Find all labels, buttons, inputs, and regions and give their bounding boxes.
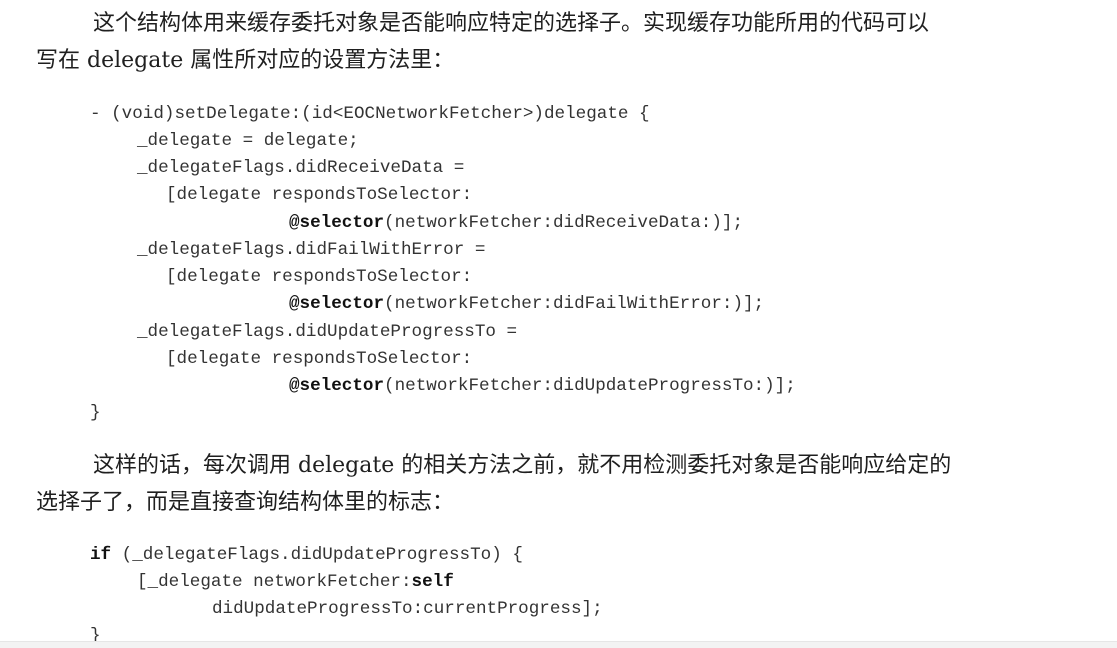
code-line: if (_delegateFlags.didUpdateProgressTo) … bbox=[90, 545, 523, 565]
code-line: [_delegate networkFetcher:self bbox=[137, 572, 454, 592]
code-keyword: self bbox=[411, 572, 454, 592]
code-block-if-check: if (_delegateFlags.didUpdateProgressTo) … bbox=[0, 0, 1117, 648]
code-keyword: if bbox=[90, 545, 112, 565]
code-text: [_delegate networkFetcher: bbox=[137, 572, 412, 592]
code-line: didUpdateProgressTo:currentProgress]; bbox=[212, 599, 603, 619]
code-text: (_delegateFlags.didUpdateProgressTo) { bbox=[111, 545, 523, 565]
document-page: 这个结构体用来缓存委托对象是否能响应特定的选择子。实现缓存功能所用的代码可以 写… bbox=[0, 0, 1117, 648]
page-bottom-edge bbox=[0, 641, 1117, 648]
